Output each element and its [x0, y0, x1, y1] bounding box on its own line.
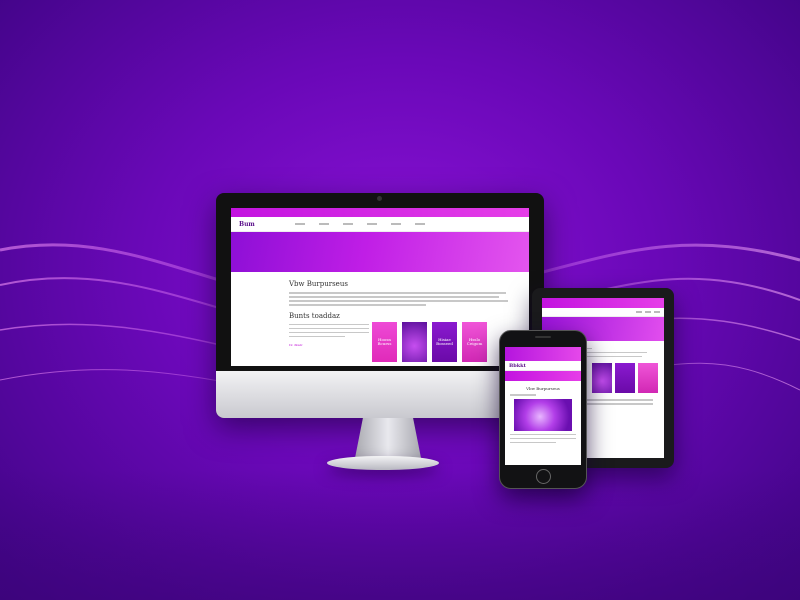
desktop-screen: Bum Vbw Burpurseus Bunts toaddaz Ftr. ib… [231, 208, 529, 366]
tablet-navbar [542, 308, 664, 317]
phone-banner [505, 371, 581, 381]
product-card[interactable]: Hsslo Ceigom [462, 322, 487, 362]
desktop-navbar: Bum [231, 217, 529, 232]
monitor-stand-base [327, 456, 439, 470]
phone-content: Vbw Burpurseus [505, 381, 581, 449]
desktop-card-row: Hoosn Bcurss Hisiae Bosseed Hsslo Ceigom [372, 322, 487, 362]
phone-screen: Bbkkt Vbw Burpurseus [505, 347, 581, 465]
product-card[interactable] [638, 363, 658, 393]
phone-heading: Vbw Burpurseus [526, 386, 560, 391]
product-card[interactable]: Hoosn Bcurss [372, 322, 397, 362]
nav-item[interactable] [366, 223, 377, 225]
smartphone: Bbkkt Vbw Burpurseus [499, 330, 587, 489]
nav-item[interactable] [645, 311, 651, 313]
tablet-topbar [542, 298, 664, 308]
desktop-heading-1: Vbw Burpurseus [289, 280, 348, 288]
monitor-chin [216, 371, 544, 418]
home-button[interactable] [536, 469, 551, 484]
desktop-content: Vbw Burpurseus Bunts toaddaz Ftr. iblisd… [231, 272, 529, 362]
nav-item[interactable] [342, 223, 353, 225]
floor-gradient [0, 470, 800, 600]
monitor-stand-neck [355, 418, 421, 458]
nav-item[interactable] [294, 223, 305, 225]
webcam [377, 196, 382, 201]
nav-item[interactable] [318, 223, 329, 225]
product-card[interactable] [402, 322, 427, 362]
phone-site-logo[interactable]: Bbkkt [509, 363, 526, 369]
product-card[interactable] [592, 363, 612, 393]
nav-item[interactable] [636, 311, 642, 313]
phone-topbar [505, 347, 581, 361]
nav-item[interactable] [390, 223, 401, 225]
product-card[interactable] [615, 363, 635, 393]
paragraph-block [289, 323, 369, 337]
desktop-hero-banner [231, 232, 529, 272]
desktop-heading-2: Bunts toaddaz [289, 311, 340, 320]
phone-navbar: Bbkkt [505, 361, 581, 371]
phone-hero-image [514, 398, 572, 431]
paragraph-block [289, 292, 517, 306]
product-card[interactable]: Hisiae Bosseed [432, 322, 457, 362]
desktop-nav-menu [294, 223, 425, 225]
nav-item[interactable] [414, 223, 425, 225]
phone-speaker [535, 336, 551, 338]
nav-item[interactable] [654, 311, 660, 313]
desktop-topbar [231, 208, 529, 217]
desktop-monitor: Bum Vbw Burpurseus Bunts toaddaz Ftr. ib… [216, 193, 544, 418]
desktop-site-logo[interactable]: Bum [239, 221, 255, 228]
